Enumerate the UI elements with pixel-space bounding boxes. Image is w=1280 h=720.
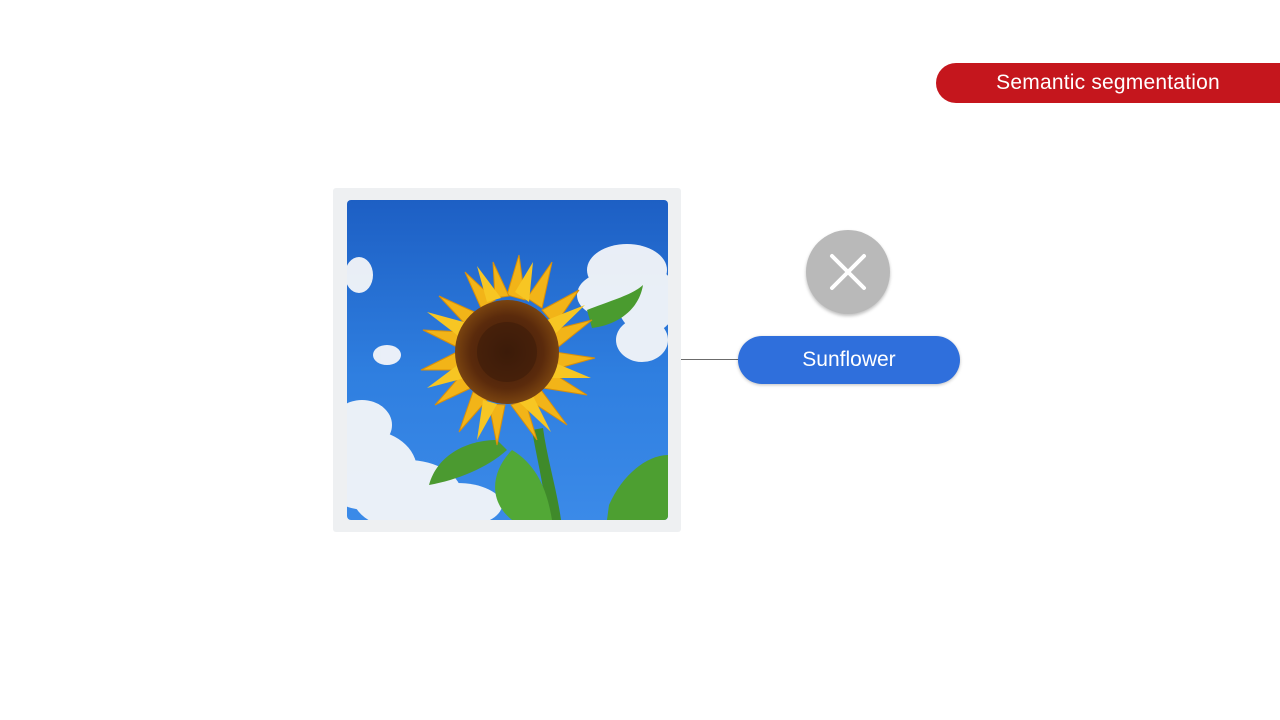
sunflower-photo — [347, 200, 668, 520]
class-label: Sunflower — [738, 336, 960, 384]
slide: Semantic segmentation Sunflower — [0, 0, 1280, 720]
photo-frame — [333, 188, 681, 532]
connector-line — [681, 359, 739, 360]
x-badge — [806, 230, 890, 314]
close-icon — [830, 254, 866, 290]
topic-tag: Semantic segmentation — [936, 63, 1280, 103]
